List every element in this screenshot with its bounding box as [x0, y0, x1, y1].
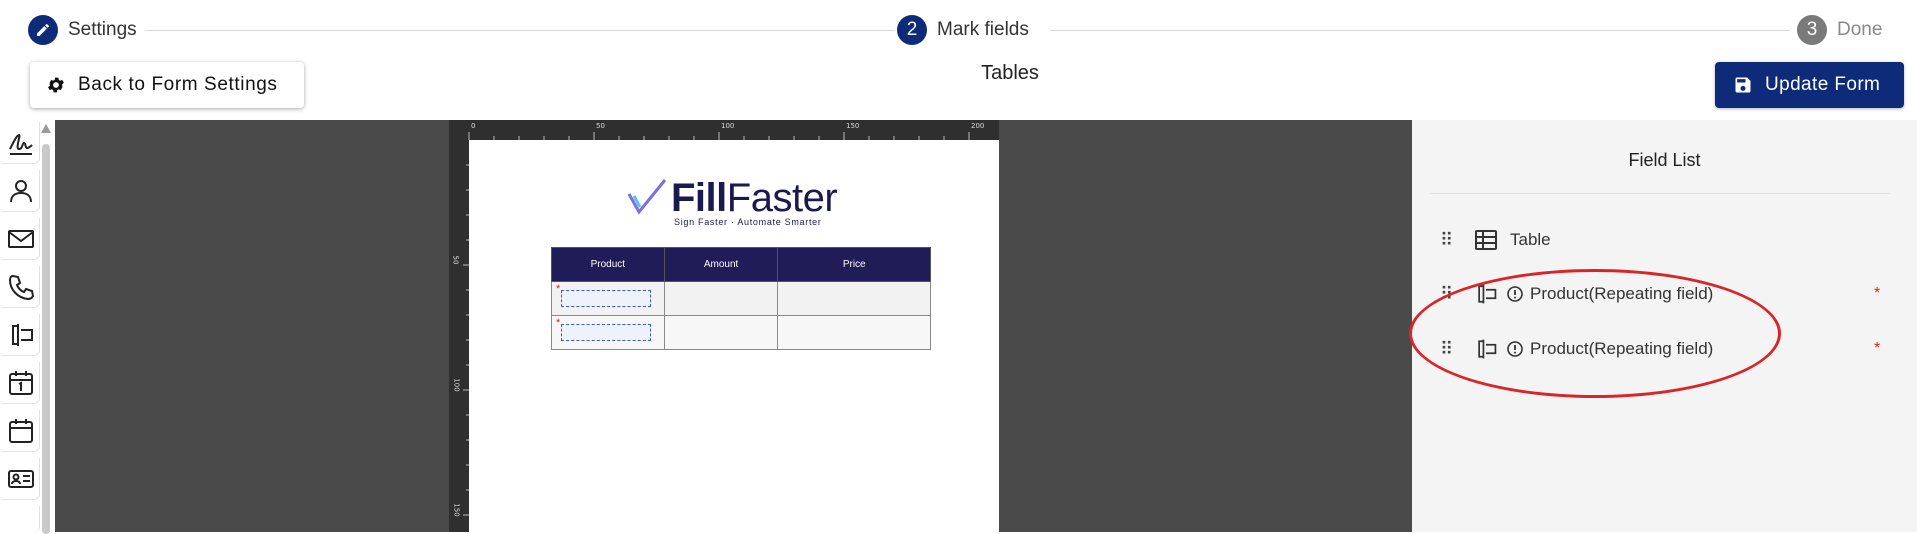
step-mark-fields[interactable]: 2 Mark fields: [897, 14, 1029, 46]
table-header: Price: [777, 247, 931, 282]
table-cell: [777, 281, 931, 316]
field-list-title: Field List: [1628, 150, 1701, 170]
back-to-form-settings-button[interactable]: Back to Form Settings: [30, 62, 304, 108]
document-table: Product Amount Price * *: [551, 247, 931, 350]
table-cell: [663, 281, 779, 316]
ruler-label: 100: [452, 378, 461, 392]
step-label: Done: [1837, 19, 1883, 40]
step-settings[interactable]: Settings: [28, 14, 137, 46]
field-list-item[interactable]: ⠿ Table: [1430, 225, 1890, 255]
table-cell: [663, 315, 779, 350]
ruler-label: 50: [451, 255, 460, 265]
gear-icon: [48, 77, 64, 93]
ruler-label: 100: [721, 122, 735, 130]
calendar-icon: [8, 418, 33, 443]
update-form-button[interactable]: Update Form: [1715, 62, 1904, 108]
scroll-thumb[interactable]: [42, 144, 50, 534]
person-icon: [9, 179, 32, 202]
highlight-ellipse: [1409, 269, 1781, 398]
email-icon: [7, 229, 34, 248]
back-button-label: Back to Form Settings: [78, 74, 278, 95]
divider: [1430, 193, 1890, 194]
text-tool[interactable]: [2, 314, 40, 356]
save-icon: [1735, 77, 1751, 93]
id-card-tool[interactable]: [2, 458, 40, 500]
text-field-icon: [11, 323, 33, 346]
table-header: Amount: [663, 247, 779, 282]
table-cell: *: [551, 315, 665, 350]
logo-tagline: Sign Faster · Automate Smarter: [674, 217, 822, 227]
table-header: Product: [551, 247, 665, 282]
date-tool[interactable]: [2, 362, 40, 404]
product-field-placeholder[interactable]: [561, 290, 651, 307]
stepper: Settings 2 Mark fields 3 Done: [0, 0, 1917, 60]
step-label: Settings: [68, 19, 137, 40]
ruler-left: 50 100 150: [449, 140, 469, 532]
name-tool[interactable]: [2, 170, 40, 212]
ruler-label: 200: [971, 122, 985, 130]
step-label: Mark fields: [937, 19, 1029, 40]
table-row: *: [551, 281, 931, 316]
table-icon: [1475, 230, 1497, 250]
table-row: *: [551, 315, 931, 350]
ruler-top: 0 50 100 150 200: [449, 120, 999, 140]
ruler-label: 0: [471, 122, 476, 130]
date-icon: [8, 370, 33, 395]
ruler-label: 150: [452, 503, 461, 517]
page-title: Tables: [981, 62, 1039, 84]
required-marker: *: [556, 283, 561, 295]
table-cell: *: [551, 281, 665, 316]
logo-wordmark: FillFaster: [671, 176, 838, 220]
required-marker: *: [1874, 340, 1881, 357]
fillfaster-logo: FillFaster Sign Faster · Automate Smarte…: [625, 172, 845, 232]
signature-tool[interactable]: [2, 122, 40, 164]
ruler-label: 150: [846, 122, 860, 130]
id-card-icon: [7, 469, 34, 488]
more-tool[interactable]: [2, 506, 40, 532]
signature-icon: [8, 133, 33, 155]
required-marker: *: [1874, 285, 1881, 302]
product-field-placeholder[interactable]: [561, 324, 651, 341]
ruler-label: 50: [596, 122, 605, 130]
calendar-tool[interactable]: [2, 410, 40, 452]
checkmark-logo-icon: [627, 179, 667, 215]
table-cell: [777, 315, 931, 350]
scroll-up-icon[interactable]: [41, 124, 51, 133]
toolbar-scrollbar[interactable]: [41, 124, 51, 534]
step-number: 3: [1797, 15, 1827, 45]
email-tool[interactable]: [2, 218, 40, 260]
pencil-icon: [28, 15, 58, 45]
step-done[interactable]: 3 Done: [1797, 14, 1882, 46]
field-list-label: Table: [1510, 230, 1551, 249]
step-connector: [1050, 30, 1790, 31]
update-button-label: Update Form: [1765, 74, 1881, 95]
drag-handle-icon[interactable]: ⠿: [1440, 230, 1453, 251]
step-number: 2: [897, 15, 927, 45]
phone-tool[interactable]: [2, 266, 40, 308]
phone-icon: [8, 274, 34, 300]
required-marker: *: [556, 317, 561, 329]
step-connector: [145, 30, 895, 31]
